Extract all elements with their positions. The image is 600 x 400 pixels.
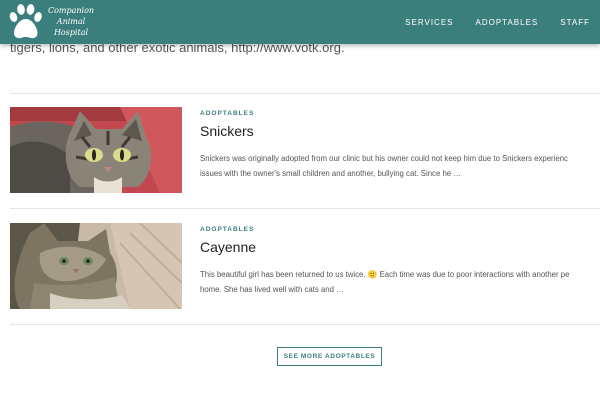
see-more-adoptables-button[interactable]: SEE MORE ADOPTABLES (277, 347, 382, 366)
tabby-cat-photo (10, 107, 182, 193)
post-title[interactable]: Cayenne (200, 239, 256, 255)
main-nav: SERVICES ADOPTABLES STAFF (405, 0, 600, 44)
post-excerpt: Snickers was originally adopted from our… (200, 151, 600, 181)
post-card: ADOPTABLES Cayenne This beautiful girl h… (10, 223, 600, 311)
excerpt-line: home. She has lived well with cats and … (200, 285, 344, 294)
post-thumbnail[interactable] (10, 107, 182, 193)
excerpt-line: issues with the owner's small children a… (200, 169, 462, 178)
post-title[interactable]: Snickers (200, 123, 254, 139)
logo-line-1: Companion (47, 6, 95, 15)
post-thumbnail[interactable] (10, 223, 182, 309)
divider (10, 208, 600, 209)
post-excerpt: This beautiful girl has been returned to… (200, 267, 600, 297)
nav-staff[interactable]: STAFF (560, 18, 590, 27)
divider (10, 324, 600, 325)
excerpt-line: Snickers was originally adopted from our… (200, 154, 568, 163)
post-card: ADOPTABLES Snickers Snickers was origina… (10, 107, 600, 195)
divider (10, 93, 600, 94)
longhair-cat-photo (10, 223, 182, 309)
nav-adoptables[interactable]: ADOPTABLES (475, 18, 538, 27)
nav-services[interactable]: SERVICES (405, 18, 453, 27)
paw-icon (9, 4, 42, 39)
logo-line-3: Hospital (53, 28, 89, 37)
site-header: Companion Animal Hospital SERVICES ADOPT… (0, 0, 600, 44)
excerpt-line: This beautiful girl has been returned to… (200, 270, 570, 279)
post-category[interactable]: ADOPTABLES (200, 110, 254, 117)
site-logo[interactable]: Companion Animal Hospital (8, 3, 98, 41)
logo-wordmark: Companion Animal Hospital (42, 5, 100, 38)
post-category[interactable]: ADOPTABLES (200, 226, 254, 233)
logo-line-2: Animal (56, 17, 86, 26)
